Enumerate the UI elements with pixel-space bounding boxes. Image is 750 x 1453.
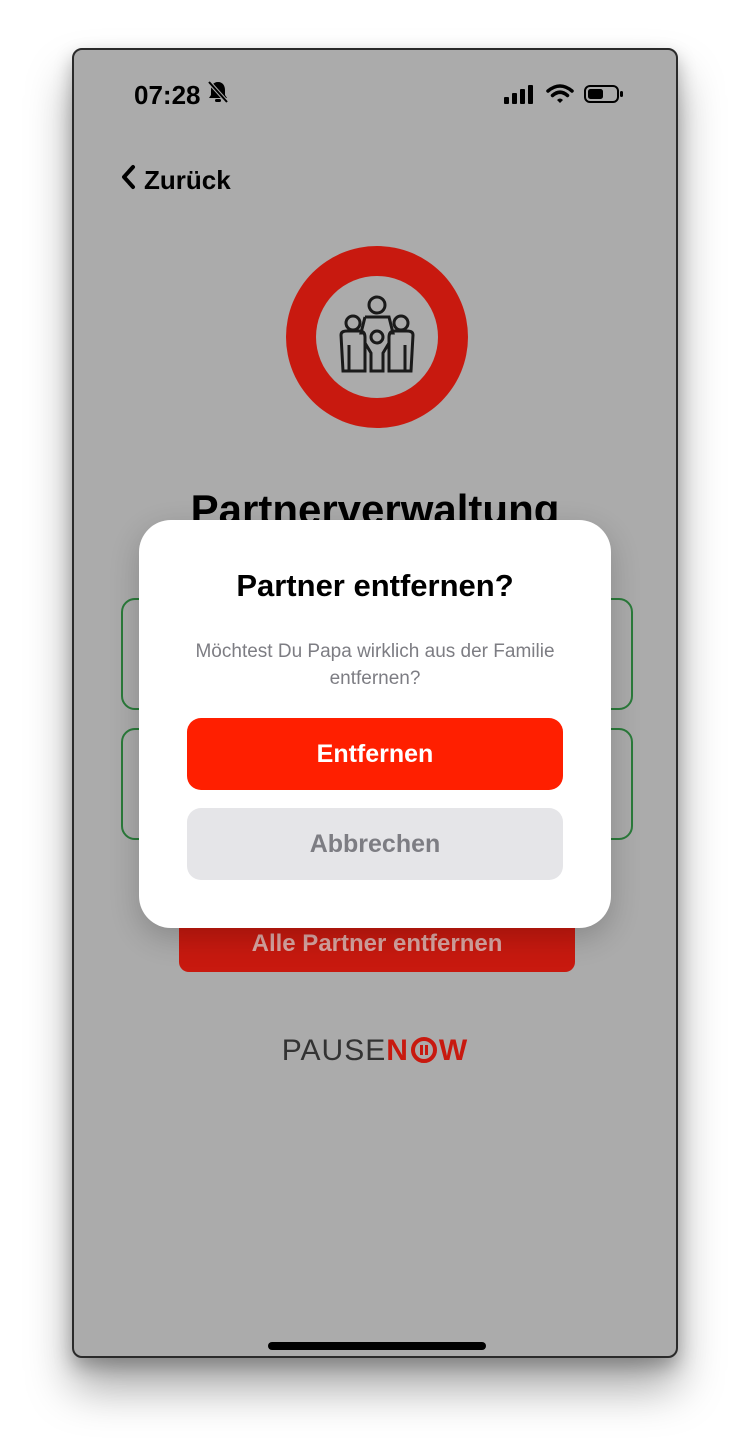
pause-circle-icon (409, 1034, 439, 1067)
chevron-left-icon (120, 164, 136, 197)
family-badge (286, 246, 468, 428)
battery-icon (584, 84, 624, 109)
dialog-message: Möchtest Du Papa wirklich aus der Famili… (195, 641, 555, 689)
home-indicator[interactable] (268, 1342, 486, 1350)
confirm-remove-button[interactable]: Entfernen (187, 718, 563, 790)
bell-slash-icon (207, 80, 229, 111)
brand-logo-part: N (386, 1034, 409, 1067)
dialog-title: Partner entfernen? (236, 568, 514, 603)
family-icon (335, 293, 419, 382)
brand-logo-part: PAUSE (281, 1034, 387, 1067)
status-time-label: 07:28 (134, 80, 201, 110)
back-label: Zurück (144, 165, 231, 195)
signal-icon (504, 84, 536, 109)
wifi-icon (546, 84, 574, 109)
brand-logo-part: W (438, 1034, 469, 1067)
brand-logo: PAUSEN W (74, 1034, 676, 1068)
status-icons (504, 84, 624, 109)
status-time: 07:28 (134, 80, 229, 111)
remove-partner-dialog: Partner entfernen? Möchtest Du Papa wirk… (139, 520, 611, 928)
back-button[interactable]: Zurück (120, 164, 231, 197)
cancel-button[interactable]: Abbrechen (187, 808, 563, 880)
